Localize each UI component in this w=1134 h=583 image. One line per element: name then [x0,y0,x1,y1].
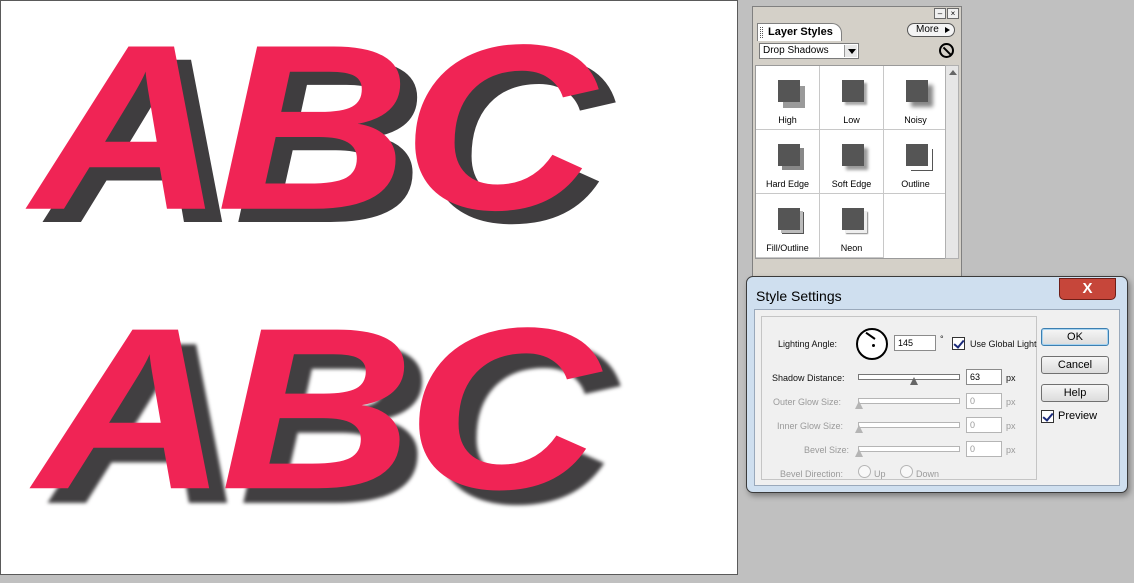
shadow-distance-slider[interactable] [858,374,960,380]
cancel-button[interactable]: Cancel [1041,356,1109,374]
degree-unit: ° [940,334,944,344]
tab-layer-styles[interactable]: Layer Styles [757,23,842,41]
triangle-right-icon [945,27,950,33]
letter-a: A [35,279,229,538]
inner-glow-input[interactable]: 0 [966,417,1002,433]
ok-button[interactable]: OK [1041,328,1109,346]
letter-c: C [402,0,596,259]
inner-glow-slider[interactable] [858,422,960,428]
help-button[interactable]: Help [1041,384,1109,402]
style-thumbnail [778,144,800,166]
lighting-angle-dial[interactable] [856,328,888,360]
inner-glow-label: Inner Glow Size: [777,421,844,431]
tab-label: Layer Styles [768,26,833,38]
style-grid: High Low Noisy Hard Edge Soft Edge Outli… [755,65,948,259]
shadow-distance-label: Shadow Distance: [772,373,845,383]
style-high[interactable]: High [756,66,820,130]
outer-glow-label: Outer Glow Size: [773,397,842,407]
outer-glow-thumb[interactable] [855,401,863,410]
letter-b: B [220,279,415,538]
style-grid-scrollbar[interactable] [945,65,959,259]
more-label: More [916,24,939,35]
style-category-select[interactable]: Drop Shadows [759,43,859,59]
use-global-light-checkbox[interactable] [952,337,965,350]
shadow-distance-input[interactable]: 63 [966,369,1002,385]
style-label: Outline [901,179,930,189]
bevel-size-thumb[interactable] [855,449,863,458]
px-unit: px [1006,445,1016,455]
dial-center [872,344,875,347]
inner-glow-thumb[interactable] [855,425,863,434]
style-thumbnail [842,144,864,166]
scroll-up-icon[interactable] [949,70,957,75]
bevel-size-input[interactable]: 0 [966,441,1002,457]
dialog-title: Style Settings [756,288,842,304]
style-label: Hard Edge [765,179,810,189]
style-thumbnail [906,144,928,166]
chevron-down-icon[interactable] [844,45,857,57]
preview-checkbox[interactable] [1041,410,1054,423]
letter-b: B [216,0,411,259]
text-row-soft-shadow: ABC [35,279,737,538]
style-fill-outline[interactable]: Fill/Outline [756,194,820,258]
style-thumbnail [778,208,800,230]
style-noisy[interactable]: Noisy [884,66,948,130]
style-outline[interactable]: Outline [884,130,948,194]
style-low[interactable]: Low [820,66,884,130]
style-label: Fill/Outline [766,243,809,253]
style-thumbnail [778,80,800,102]
style-label: Soft Edge [831,179,872,189]
style-label: High [778,115,797,125]
style-thumbnail [906,80,928,102]
px-unit: px [1006,421,1016,431]
style-neon[interactable]: Neon [820,194,884,258]
palette-titlebar[interactable]: – × [753,7,961,21]
style-hard-edge[interactable]: Hard Edge [756,130,820,194]
use-global-light-label: Use Global Light [970,339,1037,349]
lighting-angle-label: Lighting Angle: [778,339,838,349]
px-unit: px [1006,373,1016,383]
style-thumbnail [842,208,864,230]
letter-a: A [31,0,225,259]
minimize-icon[interactable]: – [934,8,946,19]
shadow-distance-thumb[interactable] [910,377,918,386]
px-unit: px [1006,397,1016,407]
dial-hand [865,331,876,340]
bevel-up-label: Up [874,469,886,479]
layer-styles-palette: – × Layer Styles More Drop Shadows High … [752,6,962,282]
bevel-up-radio[interactable] [858,465,871,478]
preview-label: Preview [1058,410,1098,422]
select-value: Drop Shadows [763,45,829,56]
palette-tab-row: Layer Styles More [753,21,961,41]
grip-icon [760,27,763,38]
outer-glow-slider[interactable] [858,398,960,404]
style-settings-dialog: Style Settings X Lighting Angle: 145 ° U… [746,276,1128,493]
style-label: Low [843,115,860,125]
close-icon[interactable]: × [947,8,959,19]
letter-c: C [406,279,600,538]
lighting-angle-input[interactable]: 145 [894,335,936,351]
bevel-size-label: Bevel Size: [804,445,850,455]
dialog-body: Lighting Angle: 145 ° Use Global Light S… [754,309,1120,486]
outer-glow-input[interactable]: 0 [966,393,1002,409]
bevel-down-radio[interactable] [900,465,913,478]
bevel-direction-label: Bevel Direction: [780,469,844,479]
document-canvas[interactable]: ABC ABC [0,0,738,575]
style-soft-edge[interactable]: Soft Edge [820,130,884,194]
bevel-down-label: Down [916,469,940,479]
style-label: Neon [840,243,863,253]
bevel-size-slider[interactable] [858,446,960,452]
style-thumbnail [842,80,864,102]
settings-group: Lighting Angle: 145 ° Use Global Light S… [761,316,1037,480]
style-label: Noisy [904,115,927,125]
clear-style-icon[interactable] [939,43,954,58]
text-row-hard-shadow: ABC [31,0,737,259]
close-button[interactable]: X [1059,278,1116,300]
more-button[interactable]: More [907,23,955,37]
